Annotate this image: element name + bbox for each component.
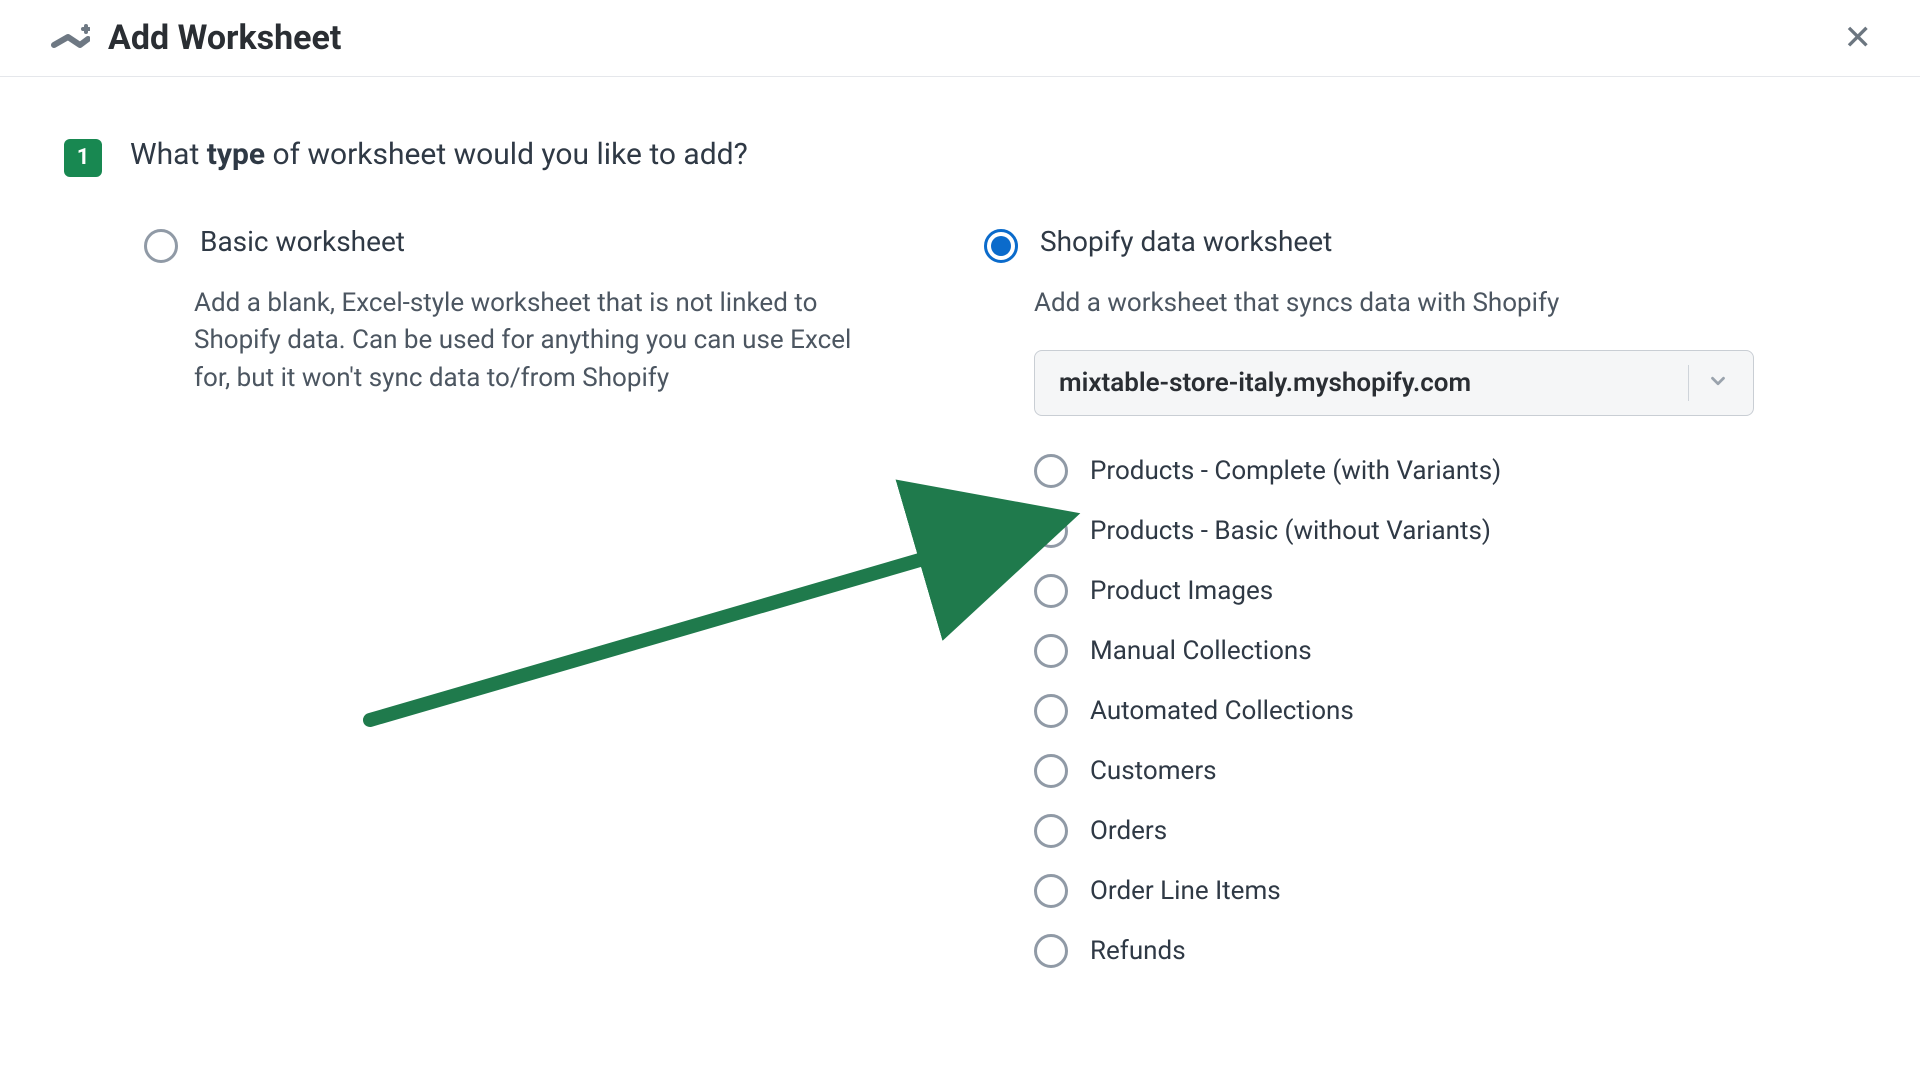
option-manual-collections[interactable]: Manual Collections bbox=[1034, 634, 1764, 668]
basic-worksheet-description: Add a blank, Excel-style worksheet that … bbox=[194, 285, 874, 398]
radio-basic-worksheet[interactable] bbox=[144, 229, 178, 263]
option-shopify-worksheet: Shopify data worksheet Add a worksheet t… bbox=[984, 225, 1764, 995]
dropdown-divider bbox=[1688, 365, 1689, 401]
radio-manual-collections[interactable] bbox=[1034, 634, 1068, 668]
dialog-body: 1 What type of worksheet would you like … bbox=[0, 77, 1920, 994]
option-order-line-items[interactable]: Order Line Items bbox=[1034, 874, 1764, 908]
radio-shopify-worksheet-label: Shopify data worksheet bbox=[1040, 225, 1332, 258]
option-orders[interactable]: Orders bbox=[1034, 814, 1764, 848]
radio-basic-worksheet-label: Basic worksheet bbox=[200, 225, 405, 258]
store-selector-value: mixtable-store-italy.myshopify.com bbox=[1059, 368, 1670, 398]
radio-customers[interactable] bbox=[1034, 754, 1068, 788]
dialog-header: Add Worksheet ✕ bbox=[0, 0, 1920, 77]
radio-refunds[interactable] bbox=[1034, 934, 1068, 968]
step-question: What type of worksheet would you like to… bbox=[130, 137, 748, 172]
option-product-images[interactable]: Product Images bbox=[1034, 574, 1764, 608]
radio-automated-collections[interactable] bbox=[1034, 694, 1068, 728]
shopify-worksheet-description: Add a worksheet that syncs data with Sho… bbox=[1034, 285, 1714, 323]
option-basic-worksheet: Basic worksheet Add a blank, Excel-style… bbox=[144, 225, 924, 995]
radio-products-basic[interactable] bbox=[1034, 514, 1068, 548]
chevron-down-icon bbox=[1707, 370, 1729, 396]
radio-order-line-items[interactable] bbox=[1034, 874, 1068, 908]
option-automated-collections[interactable]: Automated Collections bbox=[1034, 694, 1764, 728]
step-number-badge: 1 bbox=[64, 139, 102, 177]
store-selector[interactable]: mixtable-store-italy.myshopify.com bbox=[1034, 350, 1754, 416]
dialog-title: Add Worksheet bbox=[108, 18, 1844, 58]
option-refunds[interactable]: Refunds bbox=[1034, 934, 1764, 968]
option-products-complete[interactable]: Products - Complete (with Variants) bbox=[1034, 454, 1764, 488]
option-customers[interactable]: Customers bbox=[1034, 754, 1764, 788]
data-type-options: Products - Complete (with Variants) Prod… bbox=[1034, 454, 1764, 968]
radio-products-complete[interactable] bbox=[1034, 454, 1068, 488]
radio-orders[interactable] bbox=[1034, 814, 1068, 848]
radio-product-images[interactable] bbox=[1034, 574, 1068, 608]
option-products-basic[interactable]: Products - Basic (without Variants) bbox=[1034, 514, 1764, 548]
radio-shopify-worksheet[interactable] bbox=[984, 229, 1018, 263]
worksheet-add-icon bbox=[50, 23, 90, 53]
close-icon[interactable]: ✕ bbox=[1844, 21, 1873, 55]
